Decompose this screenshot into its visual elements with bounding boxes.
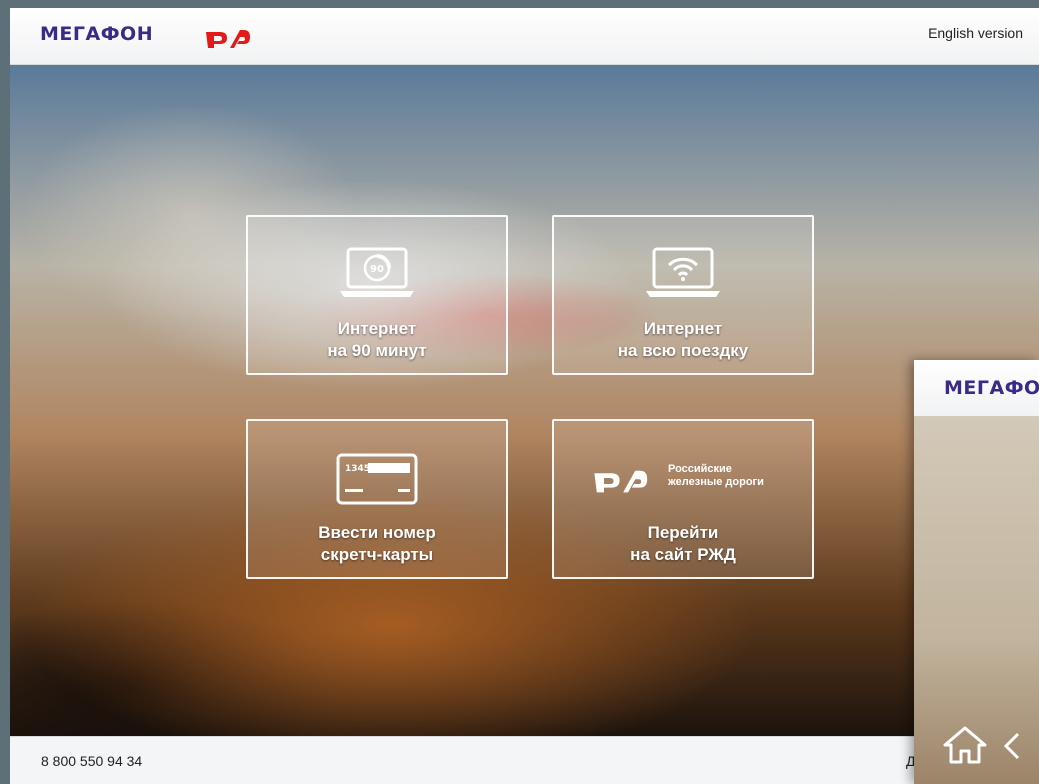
header: МЕГАФОН English version: [10, 8, 1039, 65]
tile-label: Ввести номер скретч-карты: [248, 522, 506, 566]
laptop-wifi-icon: [646, 247, 720, 297]
laptop-90-icon: 90: [340, 247, 414, 297]
card-number: 1345: [345, 464, 370, 474]
svg-text:90: 90: [370, 264, 384, 275]
rzd-logo-icon: [594, 470, 648, 493]
rzd-brand-logo: Российские железные дороги: [592, 461, 782, 495]
rzd-logo[interactable]: [204, 22, 264, 50]
tile-label-line1: Интернет: [337, 319, 417, 338]
tile-label-line1: Перейти: [647, 523, 719, 542]
portal-window: МЕГАФОН English version 90 Интернет на 9…: [10, 8, 1039, 784]
tile-label-line2: на всю поездку: [617, 341, 749, 360]
overlay-screen-panel: МЕГАФОН: [914, 360, 1039, 784]
tile-label: Интернет на 90 минут: [248, 318, 506, 362]
tile-label-line2: на 90 минут: [327, 341, 427, 360]
internet-trip-tile[interactable]: Интернет на всю поездку: [552, 215, 814, 375]
internet-90-min-tile[interactable]: 90 Интернет на 90 минут: [246, 215, 508, 375]
tile-label: Интернет на всю поездку: [554, 318, 812, 362]
footer: 8 800 550 94 34 Д: [10, 736, 1039, 784]
tile-label-line1: Ввести номер: [318, 523, 436, 542]
overlay-header: МЕГАФОН: [914, 360, 1039, 416]
hero-background: 90 Интернет на 90 минут Интернет на всю …: [10, 65, 1039, 736]
english-version-link[interactable]: English version: [928, 25, 1023, 41]
tile-label-line1: Интернет: [643, 319, 723, 338]
scratch-card-tile[interactable]: 1345 Ввести номер скретч-карты: [246, 419, 508, 579]
overlay-megafon-logo: МЕГАФОН: [944, 377, 1039, 399]
home-icon[interactable]: [942, 725, 988, 765]
scratch-card-icon: 1345: [336, 453, 418, 505]
rzd-caption-line1: Российские: [668, 463, 732, 475]
tile-label-line2: на сайт РЖД: [630, 545, 736, 564]
rzd-caption-line2: железные дороги: [668, 476, 764, 488]
tile-label-line2: скретч-карты: [320, 545, 434, 564]
chevron-left-icon[interactable]: [1002, 732, 1022, 760]
support-phone[interactable]: 8 800 550 94 34: [41, 753, 142, 769]
tile-label: Перейти на сайт РЖД: [554, 522, 812, 566]
rzd-site-tile[interactable]: Российские железные дороги Перейти на са…: [552, 419, 814, 579]
megafon-logo[interactable]: МЕГАФОН: [40, 23, 153, 45]
rzd-caption: Российские железные дороги: [668, 463, 764, 489]
